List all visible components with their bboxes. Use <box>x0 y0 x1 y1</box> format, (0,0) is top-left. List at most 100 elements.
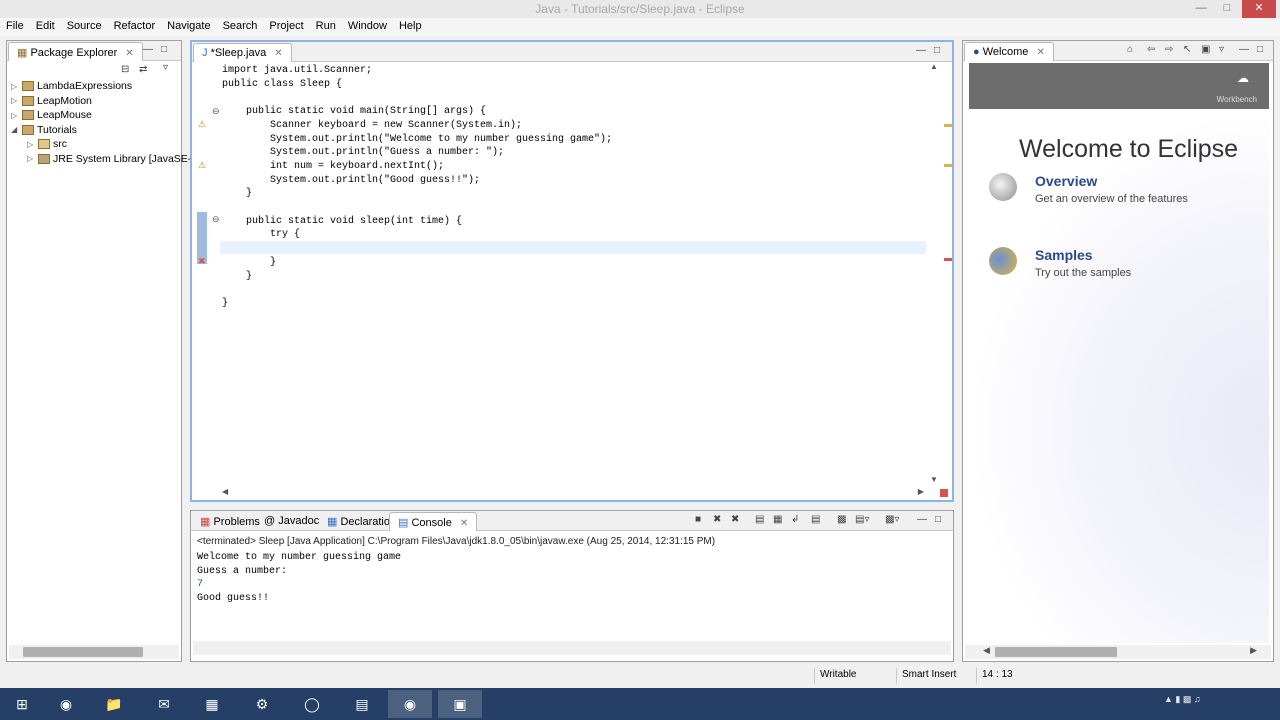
fold-icon[interactable]: ⊖ <box>212 214 220 225</box>
terminate-icon[interactable]: ■ <box>695 514 701 525</box>
editor-gutter[interactable]: ⊖ ⚠ ⚠ ⊖ ✖ <box>192 62 220 484</box>
collapse-all-icon[interactable]: ⊟ <box>121 64 129 75</box>
scroll-right-icon[interactable]: ▶ <box>918 487 924 496</box>
tree-item-leapmouse[interactable]: ▷ LeapMouse <box>11 108 191 123</box>
open-console-icon[interactable]: ▤▿ <box>855 514 869 525</box>
tab-javadoc[interactable]: @ Javadoc <box>256 512 327 531</box>
scroll-thumb[interactable] <box>995 647 1117 657</box>
menu-search[interactable]: Search <box>217 18 264 36</box>
tab-console[interactable]: ▤ Console ✕ <box>389 512 478 531</box>
clear-console-icon[interactable]: ▤ <box>755 514 764 525</box>
close-tab-icon[interactable]: ✕ <box>125 48 133 59</box>
close-icon[interactable]: ✕ <box>1242 0 1276 18</box>
overview-error-marker[interactable] <box>944 258 952 261</box>
code-area[interactable]: import java.util.Scanner; public class Sl… <box>222 64 612 311</box>
welcome-title: Welcome to Eclipse <box>1019 135 1239 163</box>
tab-welcome[interactable]: ● Welcome ✕ <box>964 42 1054 61</box>
minimize-view-icon[interactable]: — <box>1239 44 1249 55</box>
calculator-icon[interactable]: ▦ <box>190 690 234 718</box>
workbench-icon[interactable]: ☁ <box>1237 71 1249 85</box>
maximize-view-icon[interactable]: □ <box>161 44 167 55</box>
close-tab-icon[interactable]: ✕ <box>274 48 282 59</box>
horizontal-scrollbar[interactable]: ◀ ▶ <box>965 645 1271 659</box>
remove-all-icon[interactable]: ✖ <box>731 514 739 525</box>
back-icon[interactable]: ⇦ <box>1147 44 1155 55</box>
maximize-view-icon[interactable]: □ <box>1257 44 1263 55</box>
file-explorer-icon[interactable]: 📁 <box>92 690 136 718</box>
word-wrap-icon[interactable]: ↲ <box>791 514 799 525</box>
start-button-icon[interactable]: ⊞ <box>0 690 44 718</box>
workbench-label[interactable]: Workbench <box>1217 95 1257 104</box>
scroll-down-icon[interactable]: ▼ <box>930 475 938 484</box>
scroll-left-icon[interactable]: ◀ <box>222 487 228 496</box>
minimize-view-icon[interactable]: — <box>917 514 927 525</box>
menu-window[interactable]: Window <box>342 18 393 36</box>
maximize-view-icon[interactable]: □ <box>935 514 941 525</box>
tree-item-label: LeapMouse <box>37 109 92 122</box>
tree-item-label: LambdaExpressions <box>37 80 133 93</box>
link-editor-icon[interactable]: ⇄ <box>139 64 147 75</box>
collapse-icon[interactable]: ◢ <box>11 125 22 134</box>
home-icon[interactable]: ⌂ <box>1127 44 1133 55</box>
minimize-icon[interactable]: — <box>1188 0 1214 18</box>
tree-item-src[interactable]: ▷ src <box>11 137 191 152</box>
restore-icon[interactable]: ▣ <box>1201 44 1210 55</box>
scroll-left-icon[interactable]: ◀ <box>983 645 990 656</box>
maximize-icon[interactable]: □ <box>1214 0 1240 18</box>
expand-icon[interactable]: ▷ <box>27 140 38 149</box>
expand-icon[interactable]: ▷ <box>11 82 22 91</box>
tab-sleep-java[interactable]: J *Sleep.java ✕ <box>193 43 292 62</box>
maximize-view-icon[interactable]: □ <box>934 45 940 56</box>
menu-help[interactable]: Help <box>393 18 428 36</box>
scroll-lock-icon[interactable]: ▦ <box>773 514 782 525</box>
menu-project[interactable]: Project <box>263 18 309 36</box>
minimize-view-icon[interactable]: — <box>143 44 153 55</box>
menu-refactor[interactable]: Refactor <box>108 18 162 36</box>
view-menu-icon[interactable]: ▿ <box>1219 44 1224 55</box>
menu-file[interactable]: File <box>0 18 30 36</box>
menu-run[interactable]: Run <box>310 18 342 36</box>
tree-item-jre-library[interactable]: ▷ JRE System Library [JavaSE- <box>11 152 191 167</box>
shrink-icon[interactable]: ↖ <box>1183 44 1191 55</box>
scroll-thumb[interactable] <box>23 647 143 657</box>
pin-console-icon[interactable]: ▤ <box>811 514 820 525</box>
scroll-right-icon[interactable]: ▶ <box>1250 645 1257 656</box>
expand-icon[interactable]: ▷ <box>27 154 38 163</box>
menu-edit[interactable]: Edit <box>30 18 61 36</box>
close-tab-icon[interactable]: ✕ <box>1036 47 1044 58</box>
notepad-icon[interactable]: ▤ <box>340 690 384 718</box>
app-taskbar-icon[interactable]: ▣ <box>438 690 482 718</box>
close-tab-icon[interactable]: ✕ <box>460 518 468 529</box>
tab-package-explorer[interactable]: ▦ Package Explorer ✕ <box>8 42 143 61</box>
chrome-icon[interactable]: ◉ <box>44 690 88 718</box>
outlook-icon[interactable]: ✉ <box>142 690 186 718</box>
tree-item-tutorials[interactable]: ◢ Tutorials <box>11 123 191 138</box>
eclipse-taskbar-icon[interactable]: ◉ <box>388 690 432 718</box>
overview-label[interactable]: Overview <box>1035 173 1097 189</box>
console-output[interactable]: Welcome to my number guessing game Guess … <box>197 551 401 606</box>
samples-label[interactable]: Samples <box>1035 247 1093 263</box>
remove-launch-icon[interactable]: ✖ <box>713 514 721 525</box>
minimize-view-icon[interactable]: — <box>916 45 926 56</box>
tree-item-leapmotion[interactable]: ▷ LeapMotion <box>11 94 191 109</box>
tray-icons[interactable]: ▲ ▮ ▩ ♫ <box>1164 694 1201 705</box>
horizontal-scrollbar[interactable] <box>9 645 179 659</box>
display-console-icon[interactable]: ▩ <box>837 514 846 525</box>
error-indicator[interactable] <box>940 489 948 497</box>
firefox-icon[interactable]: ◯ <box>290 690 334 718</box>
overview-warning-marker[interactable] <box>944 164 952 167</box>
expand-icon[interactable]: ▷ <box>11 96 22 105</box>
overview-warning-marker[interactable] <box>944 124 952 127</box>
forward-icon[interactable]: ⇨ <box>1165 44 1173 55</box>
vertical-scrollbar[interactable]: ▲ ▼ <box>930 62 942 484</box>
menu-navigate[interactable]: Navigate <box>161 18 216 36</box>
menu-source[interactable]: Source <box>61 18 108 36</box>
new-console-icon[interactable]: ▩▿ <box>885 514 899 525</box>
horizontal-scrollbar[interactable] <box>193 641 951 655</box>
app-icon[interactable]: ⚙ <box>240 690 284 718</box>
fold-icon[interactable]: ⊖ <box>212 106 220 117</box>
scroll-up-icon[interactable]: ▲ <box>930 62 938 71</box>
tree-item-lambdaexpressions[interactable]: ▷ LambdaExpressions <box>11 79 191 94</box>
expand-icon[interactable]: ▷ <box>11 111 22 120</box>
view-menu-icon[interactable]: ▿ <box>163 62 168 73</box>
